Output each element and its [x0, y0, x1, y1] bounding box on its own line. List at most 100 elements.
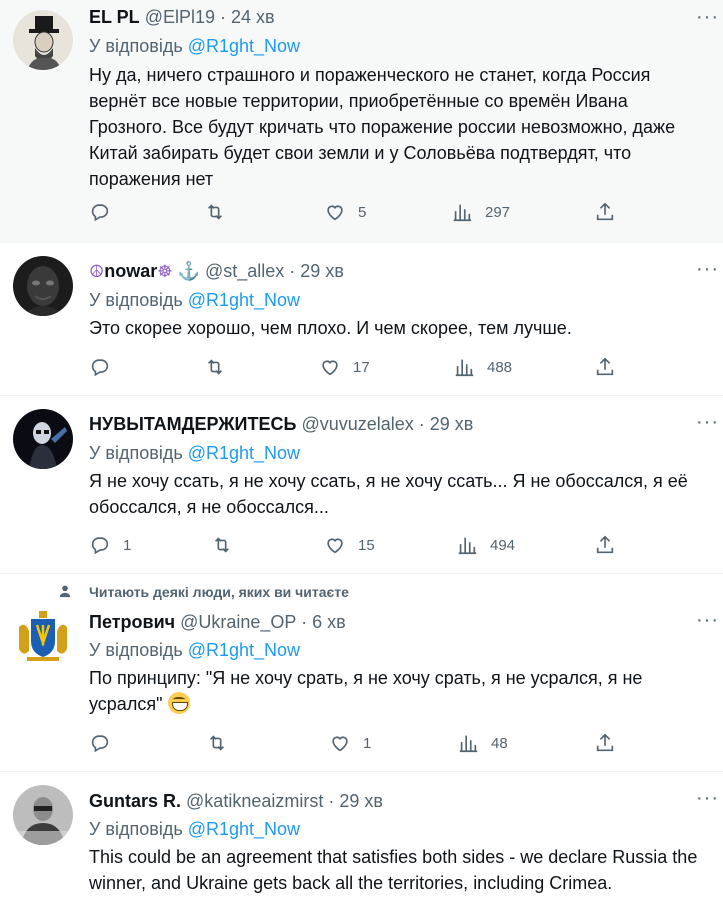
tweet-actions: 17 488: [89, 354, 629, 380]
reply-button[interactable]: [89, 199, 111, 225]
user-handle[interactable]: @ElPl19: [145, 7, 215, 27]
display-name[interactable]: EL PL: [89, 7, 140, 27]
like-count: 1: [363, 734, 372, 752]
like-count: 17: [353, 358, 370, 376]
reply-button[interactable]: [89, 354, 111, 380]
peace-icon: ☮: [89, 262, 105, 281]
share-button[interactable]: [594, 199, 616, 225]
like-icon: [332, 736, 348, 752]
tweet-header: ☮nowar☸ ⚓ @st_allex · 29 хв: [89, 260, 344, 283]
views-button[interactable]: 488: [453, 354, 512, 380]
tweet[interactable]: ··· ☮nowar☸ ⚓ @st_allex · 29 хв У відпов…: [0, 243, 723, 396]
views-icon: [455, 359, 474, 377]
more-icon[interactable]: ···: [696, 7, 719, 27]
share-icon: [596, 357, 614, 376]
retweet-button[interactable]: [206, 730, 228, 756]
dharma-wheel-icon: ☸: [157, 262, 173, 281]
like-count: 5: [358, 203, 367, 221]
user-handle[interactable]: @st_allex: [205, 261, 284, 281]
display-name[interactable]: Петрович: [89, 612, 175, 632]
retweet-button[interactable]: [211, 532, 233, 558]
reply-icon: [91, 359, 109, 377]
reply-handle-link[interactable]: @R1ght_Now: [188, 290, 300, 310]
reply-prefix: У відповідь: [89, 640, 183, 660]
views-icon: [453, 204, 472, 222]
reply-prefix: У відповідь: [89, 443, 183, 463]
views-icon: [459, 735, 478, 753]
tweet[interactable]: ··· Guntars R. @katikneaizmirst · 29 хв …: [0, 772, 723, 907]
views-button[interactable]: 48: [457, 730, 508, 756]
more-icon[interactable]: ···: [696, 412, 719, 432]
share-icon: [596, 733, 614, 752]
retweet-button[interactable]: [204, 199, 226, 225]
retweet-icon: [214, 537, 230, 553]
avatar[interactable]: [13, 607, 73, 667]
more-icon[interactable]: ···: [696, 610, 719, 630]
reply-context: У відповідь @R1ght_Now: [89, 289, 300, 311]
timestamp[interactable]: · 29 хв: [419, 414, 474, 434]
reply-handle-link[interactable]: @R1ght_Now: [188, 36, 300, 56]
reply-icon: [91, 537, 109, 555]
reply-handle-link[interactable]: @R1ght_Now: [188, 640, 300, 660]
tweet-actions: 5 297: [89, 199, 629, 225]
reply-button[interactable]: [89, 730, 111, 756]
reply-prefix: У відповідь: [89, 36, 183, 56]
avatar[interactable]: [13, 785, 73, 845]
retweet-button[interactable]: [204, 354, 226, 380]
views-icon: [458, 537, 477, 555]
retweet-icon: [209, 735, 225, 751]
display-name[interactable]: НУВЫТАМДЕРЖИТЕСЬ: [89, 414, 296, 434]
like-button[interactable]: 17: [319, 354, 370, 380]
tweet[interactable]: Читають деякі люди, яких ви читаєте ··· …: [0, 574, 723, 772]
timestamp[interactable]: · 24 хв: [220, 7, 275, 27]
tweet-actions: 1 48: [89, 730, 629, 756]
views-count: 488: [487, 358, 513, 376]
tweet-header: EL PL @ElPl19 · 24 хв: [89, 6, 275, 28]
more-icon[interactable]: ···: [696, 788, 719, 808]
reply-icon: [91, 735, 109, 753]
share-button[interactable]: [594, 532, 616, 558]
more-icon[interactable]: ···: [696, 259, 719, 279]
views-button[interactable]: 494: [456, 532, 515, 558]
retweet-icon: [207, 359, 223, 375]
like-button[interactable]: 1: [329, 730, 371, 756]
user-handle[interactable]: @Ukraine_OP: [180, 612, 296, 632]
person-icon: [59, 585, 71, 598]
like-button[interactable]: 5: [324, 199, 366, 225]
anchor-icon: ⚓: [177, 261, 200, 281]
tweet-text: This could be an agreement that satisfie…: [89, 847, 698, 893]
tweet-text: Это скорее хорошо, чем плохо. И чем скор…: [89, 318, 572, 338]
grinning-emoji-icon: [168, 692, 191, 714]
share-icon: [596, 535, 614, 554]
retweet-icon: [207, 204, 223, 220]
views-count: 494: [490, 536, 516, 554]
reply-icon: [91, 204, 109, 222]
tweet-text: Ну да, ничего страшного и пораженческого…: [89, 65, 676, 189]
tweet[interactable]: ··· НУВЫТАМДЕРЖИТЕСЬ @vuvuzelalex · 29 х…: [0, 396, 723, 574]
reply-handle-link[interactable]: @R1ght_Now: [188, 819, 300, 839]
user-handle[interactable]: @vuvuzelalex: [301, 414, 413, 434]
views-count: 48: [491, 734, 508, 752]
reply-button[interactable]: 1: [89, 532, 131, 558]
display-name[interactable]: Guntars R.: [89, 791, 181, 811]
like-icon: [327, 538, 343, 554]
timestamp[interactable]: · 29 хв: [289, 261, 344, 281]
avatar[interactable]: [13, 10, 73, 70]
user-handle[interactable]: @katikneaizmirst: [186, 791, 323, 811]
tweet-header: Петрович @Ukraine_OP · 6 хв: [89, 611, 346, 633]
share-button[interactable]: [594, 730, 616, 756]
views-button[interactable]: 297: [451, 199, 510, 225]
reply-prefix: У відповідь: [89, 819, 183, 839]
timestamp[interactable]: · 29 хв: [328, 791, 383, 811]
avatar[interactable]: [13, 256, 73, 316]
tweet[interactable]: ··· EL PL @ElPl19 · 24 хв У відповідь @R…: [0, 0, 723, 243]
tweet-text: По принципу: "Я не хочу срать, я не хочу…: [89, 665, 704, 717]
reply-handle-link[interactable]: @R1ght_Now: [188, 443, 300, 463]
timestamp[interactable]: · 6 хв: [301, 612, 346, 632]
avatar[interactable]: [13, 409, 73, 469]
share-button[interactable]: [594, 354, 616, 380]
like-button[interactable]: 15: [324, 532, 375, 558]
tweet-header: НУВЫТАМДЕРЖИТЕСЬ @vuvuzelalex · 29 хв: [89, 413, 473, 435]
social-context: Читають деякі люди, яких ви читаєте: [89, 584, 349, 600]
display-name[interactable]: nowar: [104, 261, 157, 281]
